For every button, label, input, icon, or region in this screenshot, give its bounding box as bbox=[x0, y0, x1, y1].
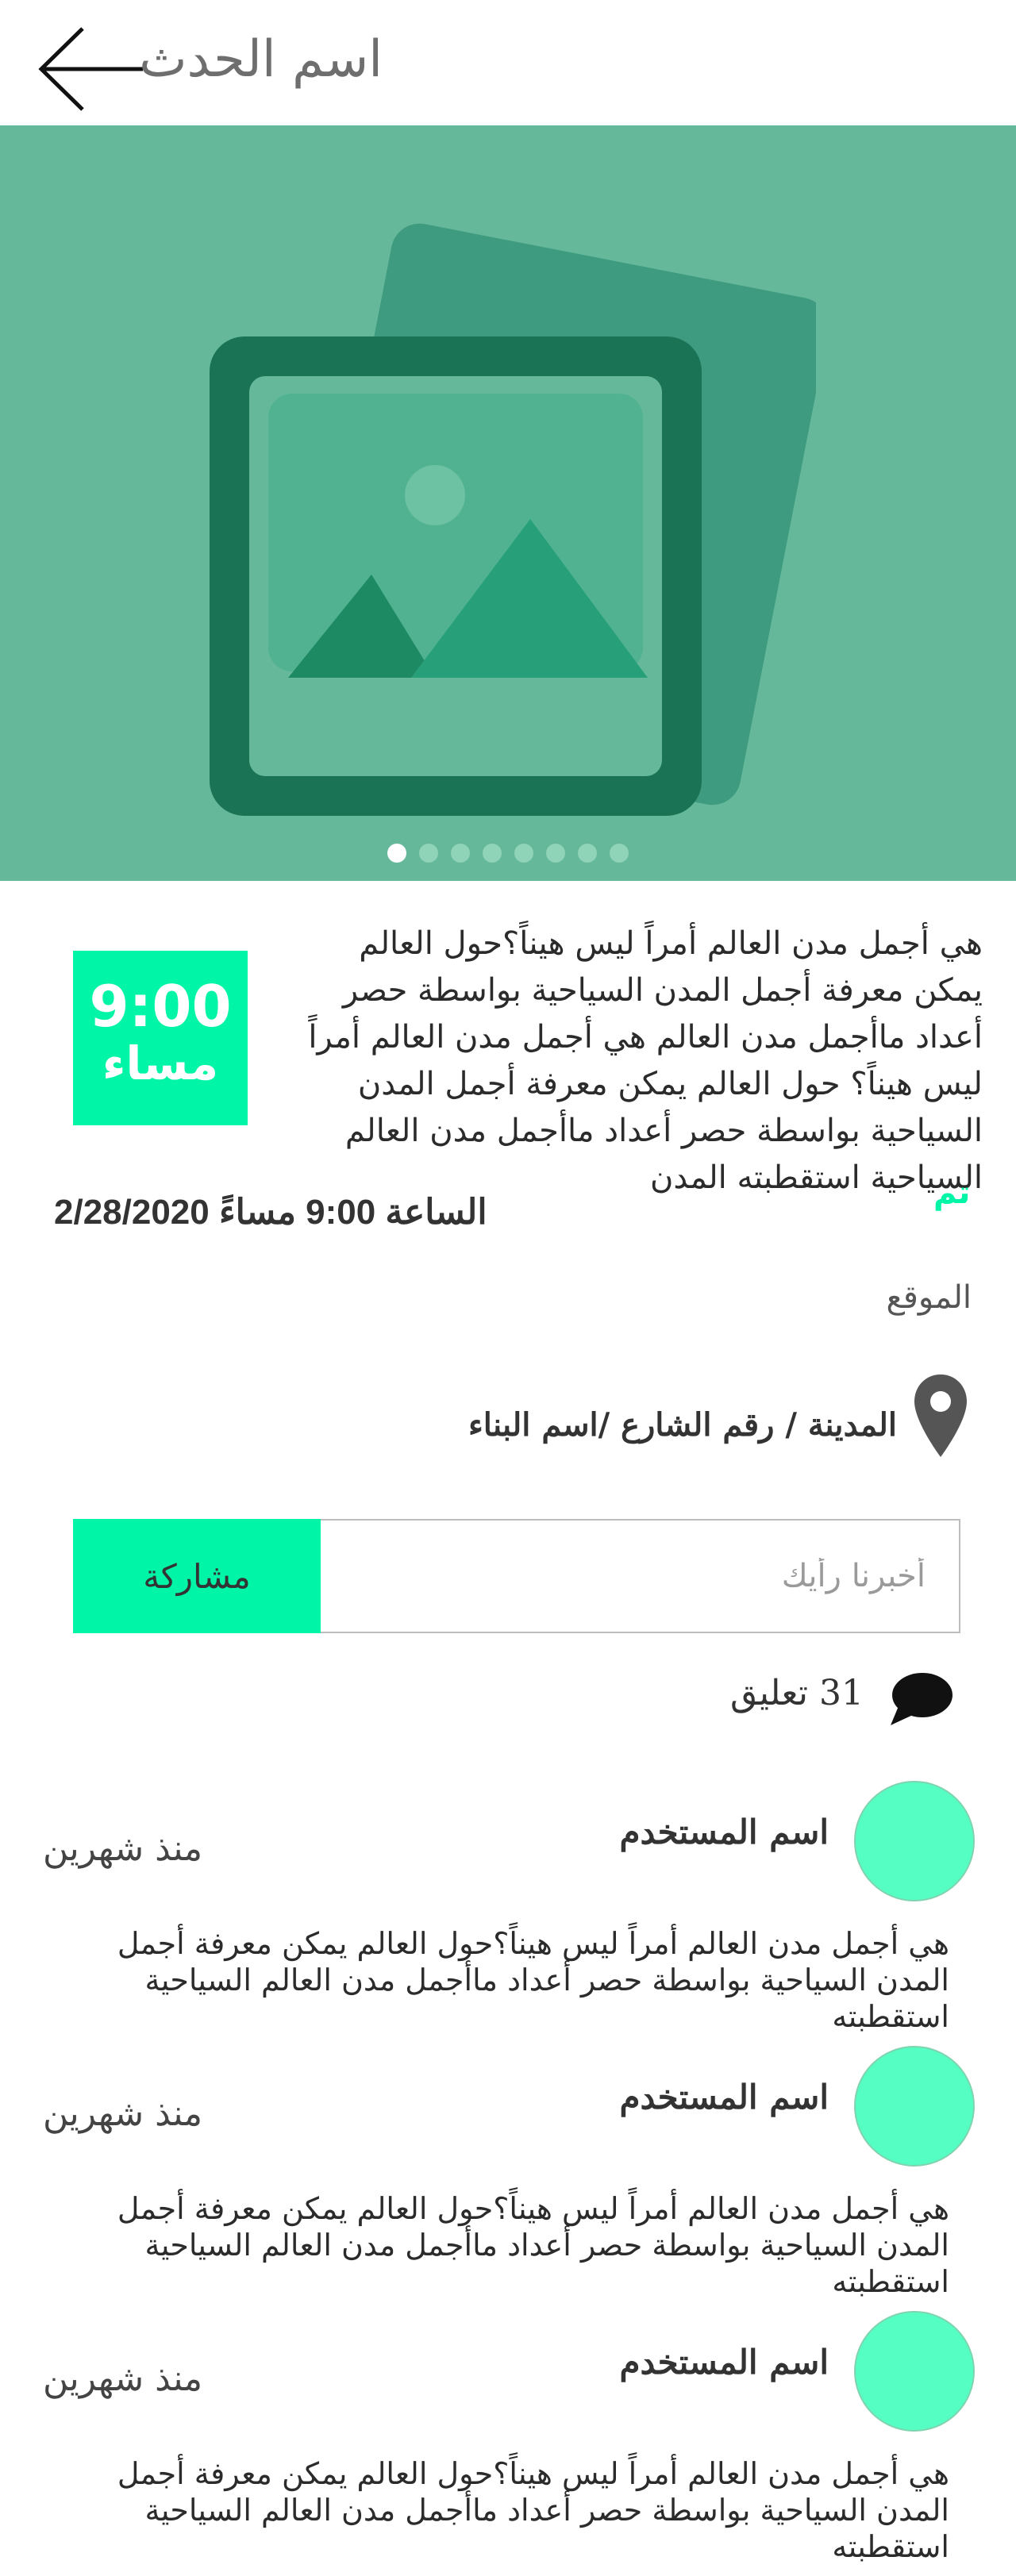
page-title: اسم الحدث bbox=[139, 30, 383, 89]
comment-input[interactable] bbox=[322, 1521, 957, 1632]
carousel-dot[interactable] bbox=[578, 844, 597, 863]
time-value: 9:00 bbox=[89, 973, 232, 1040]
carousel-indicators bbox=[0, 844, 1016, 863]
carousel-dot[interactable] bbox=[610, 844, 629, 863]
comment-author[interactable]: اسم المستخدم bbox=[620, 2078, 829, 2117]
comment-author[interactable]: اسم المستخدم bbox=[620, 1813, 829, 1851]
avatar[interactable] bbox=[854, 2046, 975, 2167]
image-placeholder-icon bbox=[210, 223, 816, 816]
event-description: هي أجمل مدن العالم أمراً ليس هيناً؟حول ا… bbox=[308, 925, 983, 1196]
comment-item: اسم المستخدم منذ شهرين هي أجمل مدن العال… bbox=[0, 1781, 1016, 2046]
comment-time: منذ شهرين bbox=[43, 1828, 203, 1869]
app-header: اسم الحدث bbox=[0, 0, 1016, 125]
avatar[interactable] bbox=[854, 2311, 975, 2432]
carousel-dot[interactable] bbox=[419, 844, 438, 863]
carousel-dot[interactable] bbox=[387, 844, 406, 863]
event-time-badge: 9:00 مساء bbox=[73, 951, 248, 1125]
event-address[interactable]: المدينة / رقم الشارع /اسم البناء bbox=[468, 1406, 897, 1444]
carousel-dot[interactable] bbox=[483, 844, 502, 863]
carousel-dot[interactable] bbox=[451, 844, 470, 863]
share-button[interactable]: مشاركة bbox=[73, 1519, 321, 1633]
event-datetime: الساعة 9:00 مساءً 2/28/2020 bbox=[54, 1193, 487, 1232]
comment-count: 31 تعليق bbox=[730, 1673, 864, 1713]
arrow-left-icon[interactable] bbox=[38, 25, 146, 113]
carousel-dot[interactable] bbox=[514, 844, 533, 863]
comment-item: اسم المستخدم منذ شهرين هي أجمل مدن العال… bbox=[0, 2046, 1016, 2311]
comment-author[interactable]: اسم المستخدم bbox=[620, 2343, 829, 2382]
location-pin-icon bbox=[914, 1375, 967, 1457]
time-period: مساء bbox=[102, 1036, 219, 1090]
comment-time: منذ شهرين bbox=[43, 2359, 203, 2399]
location-label: الموقع bbox=[886, 1279, 972, 1316]
status-badge: تم bbox=[933, 1175, 971, 1211]
speech-bubble-icon bbox=[891, 1673, 952, 1725]
event-image-carousel[interactable] bbox=[0, 125, 1016, 881]
comment-item: اسم المستخدم منذ شهرين هي أجمل مدن العال… bbox=[0, 2311, 1016, 2576]
comment-text: هي أجمل مدن العالم أمراً ليس هيناً؟حول ا… bbox=[117, 2456, 949, 2564]
comment-text: هي أجمل مدن العالم أمراً ليس هيناً؟حول ا… bbox=[117, 2191, 949, 2299]
comment-time: منذ شهرين bbox=[43, 2093, 203, 2134]
carousel-dot[interactable] bbox=[546, 844, 565, 863]
avatar[interactable] bbox=[854, 1781, 975, 1901]
comment-text: هي أجمل مدن العالم أمراً ليس هيناً؟حول ا… bbox=[117, 1926, 949, 2034]
